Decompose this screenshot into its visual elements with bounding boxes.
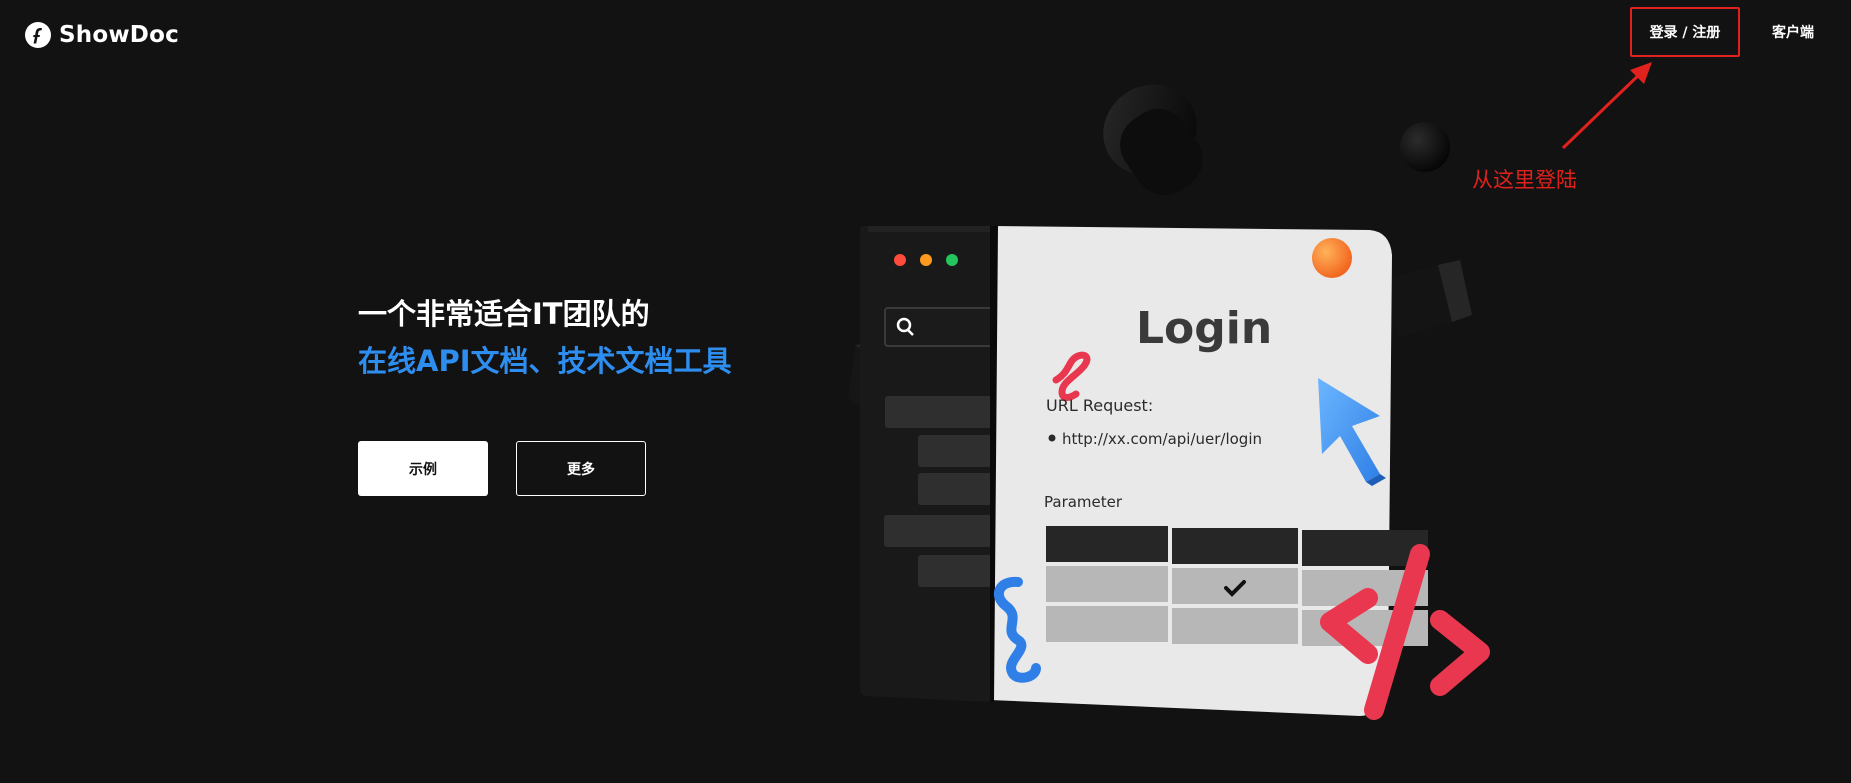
- window-maximize-dot: [946, 254, 958, 266]
- hero-illustration: Login URL Request: http://xx.com/api/uer…: [840, 60, 1660, 740]
- more-button[interactable]: 更多: [516, 441, 646, 496]
- window-minimize-dot: [920, 254, 932, 266]
- hero-subtitle: 在线API文档、技术文档工具: [358, 344, 732, 378]
- showdoc-logo-icon: [25, 22, 51, 48]
- floating-sphere: [1400, 122, 1450, 172]
- svg-text:URL Request:: URL Request:: [1046, 396, 1153, 415]
- illustration-graphic: Login URL Request: http://xx.com/api/uer…: [848, 84, 1490, 720]
- login-register-link[interactable]: 登录 / 注册: [1630, 7, 1740, 57]
- svg-text:Parameter: Parameter: [1044, 493, 1123, 511]
- orange-ball: [1312, 238, 1352, 278]
- floating-cube-right: [1380, 260, 1472, 338]
- showdoc-logo[interactable]: ShowDoc: [25, 22, 179, 48]
- sidebar-search-box: [884, 307, 998, 347]
- svg-text:Login: Login: [1136, 303, 1272, 354]
- window-close-dot: [894, 254, 906, 266]
- demo-button[interactable]: 示例: [358, 441, 488, 496]
- parameter-table: [1046, 526, 1428, 646]
- client-download-link[interactable]: 客户端: [1772, 22, 1814, 42]
- floating-cylinder: [1103, 84, 1203, 196]
- logo-text: ShowDoc: [59, 22, 179, 48]
- svg-text:http://xx.com/api/uer/login: http://xx.com/api/uer/login: [1062, 430, 1262, 448]
- hero-title: 一个非常适合IT团队的: [358, 297, 650, 331]
